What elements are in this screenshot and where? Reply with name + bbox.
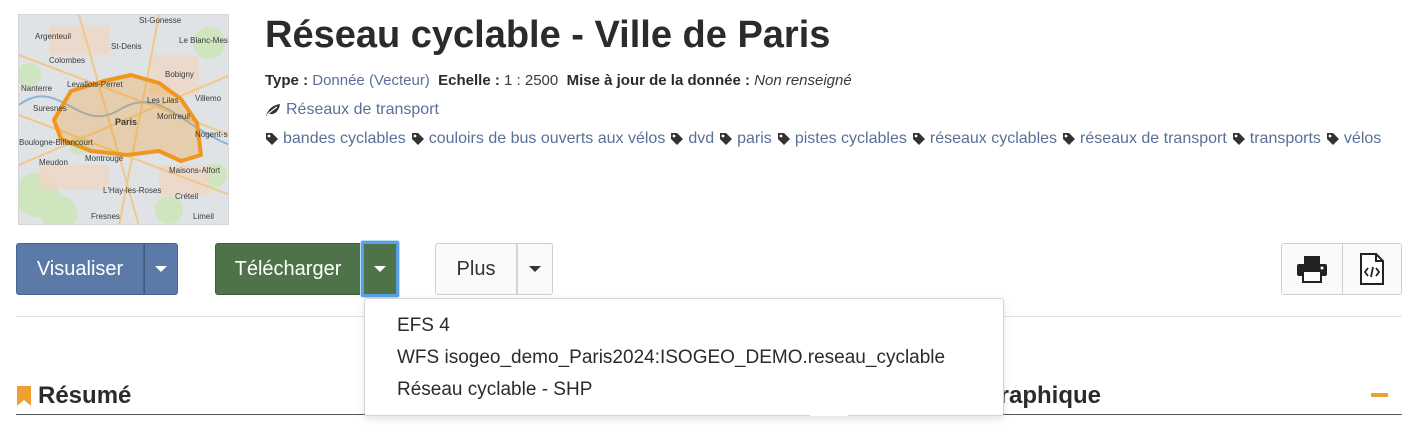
visualiser-dropdown-toggle[interactable] [144, 243, 178, 295]
visualiser-button[interactable]: Visualiser [16, 243, 144, 295]
map-label: Villemo [195, 94, 222, 103]
file-code-icon [1360, 253, 1384, 285]
map-label: L'Hay-les-Roses [103, 186, 161, 195]
map-label: St-Gonesse [139, 16, 182, 25]
leaf-icon [266, 104, 280, 116]
tag-label: dvd [688, 130, 715, 147]
telecharger-button[interactable]: Télécharger [215, 243, 361, 295]
chevron-down-icon [155, 266, 167, 272]
tag-icon [266, 133, 278, 145]
download-option[interactable]: Réseau cyclable - SHP [365, 376, 1003, 408]
map-label: Meudon [39, 158, 68, 167]
plus-dropdown-toggle[interactable] [517, 243, 553, 295]
tag-label: paris [737, 130, 772, 147]
tag-item[interactable]: vélos [1326, 130, 1381, 148]
tag-item[interactable]: réseaux cyclables [912, 130, 1057, 148]
tag-item[interactable]: couloirs de bus ouverts aux vélos [411, 130, 666, 148]
map-label: St-Denis [111, 42, 142, 51]
resume-section-header[interactable]: Résumé [16, 382, 131, 410]
tag-item[interactable]: dvd [670, 130, 714, 148]
plus-button-group: Plus [435, 243, 553, 295]
chevron-down-icon [374, 266, 386, 272]
tag-label: réseaux cyclables [929, 130, 1058, 147]
tag-icon [777, 133, 790, 145]
map-label: Montrouge [85, 154, 124, 163]
download-option[interactable]: WFS isogeo_demo_Paris2024:ISOGEO_DEMO.re… [365, 344, 1003, 376]
print-icon [1297, 256, 1327, 283]
collapse-minus-icon[interactable] [1371, 393, 1388, 397]
tag-icon [1232, 133, 1245, 145]
dropdown-gap [810, 408, 848, 416]
tag-label: vélos [1343, 130, 1382, 147]
dataset-meta: Type : Donnée (Vecteur) Echelle : 1 : 25… [265, 72, 852, 89]
map-label: Maisons-Alfort [169, 166, 221, 175]
tag-item[interactable]: paris [719, 130, 772, 148]
map-label: Nogent-s-Marne [195, 130, 229, 139]
tag-icon [1326, 133, 1339, 145]
map-label: Bobigny [165, 70, 194, 79]
tag-label: pistes cyclables [794, 130, 907, 147]
tag-icon [720, 133, 733, 145]
chevron-down-icon [529, 266, 541, 272]
map-label: Montreuil [157, 112, 190, 121]
map-label: Levallois-Perret [67, 80, 123, 89]
tag-icon [411, 133, 424, 145]
tag-label: transports [1249, 130, 1321, 147]
visualiser-button-group: Visualiser [16, 243, 178, 295]
map-label: Paris [115, 117, 137, 127]
update-value: Non renseigné [754, 72, 852, 89]
print-button[interactable] [1281, 243, 1343, 295]
map-label: Boulogne-Billancourt [19, 138, 94, 147]
map-label: Nanterre [21, 84, 53, 93]
map-label: Créteil [175, 192, 198, 201]
map-label: Colombes [49, 56, 85, 65]
tag-icon [912, 133, 925, 145]
tag-item[interactable]: transports [1232, 130, 1321, 148]
plus-button[interactable]: Plus [435, 243, 517, 295]
tag-item[interactable]: bandes cyclables [265, 130, 406, 148]
code-file-button[interactable] [1342, 243, 1402, 295]
resume-section-title: Résumé [38, 382, 132, 409]
page-title: Réseau cyclable - Ville de Paris [265, 14, 831, 56]
dataset-thumbnail-map: Argenteuil St-Gonesse St-Denis Le Blanc-… [18, 14, 229, 225]
tag-item[interactable]: réseaux de transport [1062, 130, 1227, 148]
telecharger-dropdown-menu: EFS 4 WFS isogeo_demo_Paris2024:ISOGEO_D… [364, 298, 1004, 416]
map-label: Argenteuil [35, 32, 71, 41]
download-option[interactable]: EFS 4 [365, 312, 1003, 344]
bookmark-icon [17, 386, 31, 406]
update-label: Mise à jour de la donnée : [566, 72, 750, 89]
map-label: Les Lilas [147, 96, 179, 105]
telecharger-button-group: Télécharger [215, 241, 399, 299]
tag-icon [1063, 133, 1076, 145]
theme-link[interactable]: Réseaux de transport [265, 101, 439, 119]
scale-value: 1 : 2500 [504, 72, 559, 89]
tag-label: bandes cyclables [283, 130, 406, 147]
map-label: Limeil [193, 212, 214, 221]
map-label: Le Blanc-Mesnil [179, 36, 229, 45]
map-label: Fresnes [91, 212, 120, 221]
type-label: Type : [265, 72, 309, 89]
theme-label: Réseaux de transport [286, 101, 439, 118]
tag-list: bandes cyclables couloirs de bus ouverts… [265, 130, 1386, 148]
tag-label: réseaux de transport [1080, 130, 1227, 147]
type-value: Donnée (Vecteur) [312, 72, 430, 89]
scale-label: Echelle : [438, 72, 500, 89]
map-label: Suresnes [33, 104, 67, 113]
tag-label: couloirs de bus ouverts aux vélos [428, 130, 666, 147]
telecharger-dropdown-toggle[interactable] [361, 241, 399, 297]
tag-item[interactable]: pistes cyclables [777, 130, 907, 148]
tag-icon [671, 133, 684, 145]
